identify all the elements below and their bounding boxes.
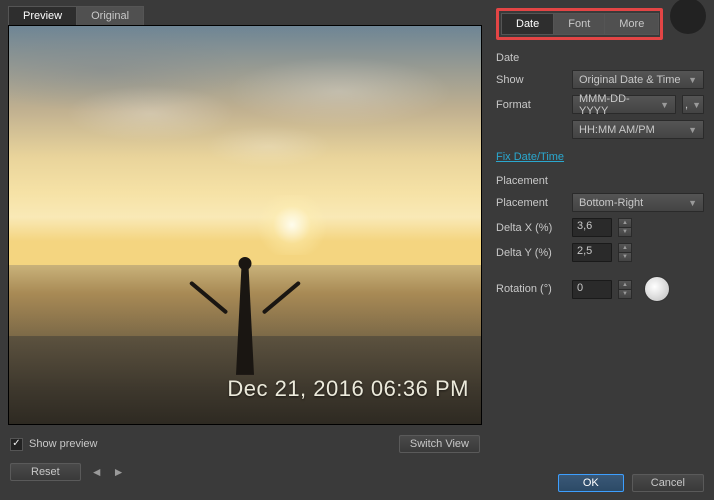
settings-pane: Date Font More Date Show Original Date &… [490, 0, 714, 500]
show-preview-label: Show preview [29, 438, 97, 450]
show-select-value: Original Date & Time [579, 74, 680, 86]
chevron-down-icon: ▼ [660, 100, 669, 110]
preview-image-content [9, 26, 481, 424]
delta-y-stepper[interactable]: ▲▼ [618, 243, 632, 262]
delta-x-stepper[interactable]: ▲▼ [618, 218, 632, 237]
delta-x-label: Delta X (%) [496, 222, 566, 234]
preview-footer: ✓ Show preview Switch View [0, 425, 490, 453]
section-date-title: Date [496, 52, 704, 64]
preview-pane: Preview Original Dec 21, 2016 06:36 PM ✓… [0, 0, 490, 500]
placement-value: Bottom-Right [579, 197, 643, 209]
redo-arrow-icon[interactable]: ► [113, 465, 125, 479]
panel-tabs-highlight: Date Font More [496, 8, 663, 40]
rotation-stepper[interactable]: ▲▼ [618, 280, 632, 299]
delta-y-input[interactable]: 2,5 [572, 243, 612, 262]
ok-button[interactable]: OK [558, 474, 624, 492]
tab-font[interactable]: Font [553, 13, 605, 35]
chevron-down-icon: ▼ [688, 125, 697, 135]
chevron-down-icon: ▼ [688, 75, 697, 85]
rotation-dial[interactable] [644, 276, 670, 302]
show-preview-checkbox[interactable]: ✓ Show preview [10, 438, 97, 451]
dialog-buttons: OK Cancel [558, 474, 704, 492]
rotation-label: Rotation (°) [496, 283, 566, 295]
preview-tabs: Preview Original [0, 0, 490, 25]
section-placement-title: Placement [496, 175, 704, 187]
date-stamp-overlay: Dec 21, 2016 06:36 PM [227, 376, 469, 402]
fix-date-time-link[interactable]: Fix Date/Time [496, 151, 564, 163]
chevron-down-icon: ▼ [692, 100, 701, 110]
left-button-row: Reset ◄ ► [0, 453, 490, 491]
undo-arrow-icon[interactable]: ◄ [91, 465, 103, 479]
tab-more[interactable]: More [604, 13, 659, 35]
delta-y-label: Delta Y (%) [496, 247, 566, 259]
placement-select[interactable]: Bottom-Right ▼ [572, 193, 704, 212]
tab-date[interactable]: Date [501, 13, 554, 35]
separator-select[interactable]: , ▼ [682, 95, 704, 114]
show-label: Show [496, 74, 566, 86]
info-circle-icon[interactable] [670, 0, 706, 34]
date-format-select[interactable]: MMM-DD-YYYY ▼ [572, 95, 676, 114]
date-format-value: MMM-DD-YYYY [579, 93, 656, 117]
preview-image: Dec 21, 2016 06:36 PM [8, 25, 482, 425]
show-select[interactable]: Original Date & Time ▼ [572, 70, 704, 89]
format-label: Format [496, 99, 566, 111]
separator-value: , [685, 99, 688, 111]
placement-label: Placement [496, 197, 566, 209]
tab-original[interactable]: Original [76, 6, 144, 25]
switch-view-button[interactable]: Switch View [399, 435, 480, 453]
checkbox-icon: ✓ [10, 438, 23, 451]
delta-x-input[interactable]: 3,6 [572, 218, 612, 237]
rotation-input[interactable]: 0 [572, 280, 612, 299]
cancel-button[interactable]: Cancel [632, 474, 704, 492]
tab-preview[interactable]: Preview [8, 6, 77, 25]
chevron-down-icon: ▼ [688, 198, 697, 208]
time-format-value: HH:MM AM/PM [579, 124, 655, 136]
time-format-select[interactable]: HH:MM AM/PM ▼ [572, 120, 704, 139]
reset-button[interactable]: Reset [10, 463, 81, 481]
